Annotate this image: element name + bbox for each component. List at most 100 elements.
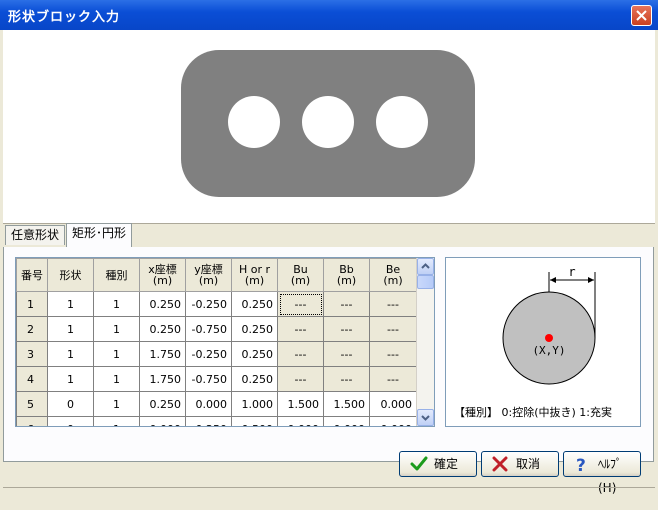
cell-h-or-r[interactable]: 0.250 xyxy=(231,366,278,392)
cell-x[interactable]: 0.000 xyxy=(139,416,186,426)
cell-be[interactable]: --- xyxy=(369,291,417,317)
table-row[interactable]: 3 1 1 1.750 -0.250 0.250 --- --- --- xyxy=(16,341,417,367)
cell-type[interactable]: 1 xyxy=(93,391,140,417)
cell-y[interactable]: -0.250 xyxy=(185,291,232,317)
cell-bb[interactable]: --- xyxy=(323,366,370,392)
table-row[interactable]: 2 1 1 0.250 -0.750 0.250 --- --- --- xyxy=(16,316,417,342)
cell-y[interactable]: -0.750 xyxy=(185,316,232,342)
hole-3 xyxy=(376,96,428,148)
cell-bu[interactable]: --- xyxy=(277,366,324,392)
cell-x[interactable]: 0.250 xyxy=(139,291,186,317)
tab-rect-circle[interactable]: 矩形･円形 xyxy=(66,223,133,247)
shape-preview xyxy=(3,30,655,224)
cell-shape[interactable]: 1 xyxy=(47,341,94,367)
cell-shape[interactable]: 1 xyxy=(47,291,94,317)
cell-bu[interactable]: 0.000 xyxy=(277,416,324,426)
cancel-label: 取消 xyxy=(516,457,541,471)
circle-diagram: r (X,Y) 【種別】 0:控除(中抜き) 1:充実 xyxy=(445,257,641,427)
grid-table: 番号 形状 種別 x座標 (m) y座標 (m) H or r (m) Bu (m) B… xyxy=(16,258,417,426)
header-bb: Bb (m) xyxy=(323,258,370,292)
cancel-button[interactable]: 取消 xyxy=(481,451,559,477)
cell-be[interactable]: --- xyxy=(369,341,417,367)
scroll-down-button[interactable] xyxy=(417,409,434,426)
header-type: 種別 xyxy=(93,258,140,292)
header-h-or-r: H or r (m) xyxy=(231,258,278,292)
tab-strip: 任意形状 矩形･円形 xyxy=(3,223,655,247)
close-button[interactable] xyxy=(631,5,652,26)
close-icon xyxy=(492,456,508,472)
cell-y[interactable]: -0.250 xyxy=(185,341,232,367)
type-legend: 【種別】 0:控除(中抜き) 1:充実 xyxy=(454,406,612,419)
tab-panel: 番号 形状 種別 x座標 (m) y座標 (m) H or r (m) Bu (m) B… xyxy=(3,247,654,462)
cell-x[interactable]: 0.250 xyxy=(139,316,186,342)
cell-shape[interactable]: 0 xyxy=(47,391,94,417)
cell-be[interactable]: --- xyxy=(369,366,417,392)
cell-h-or-r[interactable]: 0.250 xyxy=(231,291,278,317)
cell-bb[interactable]: --- xyxy=(323,316,370,342)
help-icon: ? xyxy=(576,456,586,474)
status-bar xyxy=(3,487,655,508)
grid-header-row: 番号 形状 種別 x座標 (m) y座標 (m) H or r (m) Bu (m) B… xyxy=(16,258,417,292)
cell-be[interactable]: --- xyxy=(369,316,417,342)
cell-x[interactable]: 0.250 xyxy=(139,391,186,417)
cell-x[interactable]: 1.750 xyxy=(139,366,186,392)
header-x: x座標 (m) xyxy=(139,258,186,292)
scroll-thumb[interactable] xyxy=(417,275,434,289)
vertical-scrollbar[interactable] xyxy=(416,258,434,426)
data-grid[interactable]: 番号 形状 種別 x座標 (m) y座標 (m) H or r (m) Bu (m) B… xyxy=(15,257,435,427)
chevron-down-icon xyxy=(421,415,430,421)
window-title: 形状ブロック入力 xyxy=(8,10,121,25)
header-be: Be (m) xyxy=(369,258,417,292)
center-label: (X,Y) xyxy=(532,344,565,357)
help-button[interactable]: ? ﾍﾙﾌﾟ(H) xyxy=(563,451,641,495)
hole-2 xyxy=(302,96,354,148)
close-icon xyxy=(636,10,647,21)
checkmark-icon xyxy=(410,456,428,471)
row-number[interactable]: 3 xyxy=(16,341,48,367)
row-number[interactable]: 5 xyxy=(16,391,48,417)
cell-type[interactable]: 1 xyxy=(93,316,140,342)
cell-shape[interactable]: 1 xyxy=(47,366,94,392)
header-number: 番号 xyxy=(16,258,48,292)
cell-shape[interactable]: 0 xyxy=(47,416,94,426)
cell-bb[interactable]: 1.500 xyxy=(323,391,370,417)
cell-y[interactable]: 0.250 xyxy=(185,416,232,426)
row-number[interactable]: 2 xyxy=(16,316,48,342)
cell-type[interactable]: 1 xyxy=(93,416,140,426)
table-row[interactable]: 6 0 1 0.000 0.250 0.500 0.000 0.000 0.00… xyxy=(16,416,417,426)
cell-h-or-r[interactable]: 0.250 xyxy=(231,341,278,367)
cell-type[interactable]: 1 xyxy=(93,341,140,367)
tab-arbitrary-shape[interactable]: 任意形状 xyxy=(5,225,66,245)
cell-bb[interactable]: --- xyxy=(323,341,370,367)
radius-label: r xyxy=(568,265,575,279)
cell-type[interactable]: 1 xyxy=(93,291,140,317)
cell-bu[interactable]: 1.500 xyxy=(277,391,324,417)
cell-bb[interactable]: 0.000 xyxy=(323,416,370,426)
scroll-up-button[interactable] xyxy=(417,258,434,275)
confirm-button[interactable]: 確定 xyxy=(399,451,477,477)
table-row[interactable]: 5 0 1 0.250 0.000 1.000 1.500 1.500 0.00… xyxy=(16,391,417,417)
cell-bu[interactable]: --- xyxy=(277,341,324,367)
cell-h-or-r[interactable]: 0.500 xyxy=(231,416,278,426)
cell-be[interactable]: 0.000 xyxy=(369,416,417,426)
cell-bb[interactable]: --- xyxy=(323,291,370,317)
cell-bu[interactable]: --- xyxy=(277,316,324,342)
window-body: 任意形状 矩形･円形 番号 形状 種別 x座標 (m) y座標 (m) H or… xyxy=(3,30,655,507)
cell-shape[interactable]: 1 xyxy=(47,316,94,342)
header-shape: 形状 xyxy=(47,258,94,292)
cell-x[interactable]: 1.750 xyxy=(139,341,186,367)
confirm-label: 確定 xyxy=(434,457,459,471)
table-row[interactable]: 4 1 1 1.750 -0.750 0.250 --- --- --- xyxy=(16,366,417,392)
cell-type[interactable]: 1 xyxy=(93,366,140,392)
cell-y[interactable]: -0.750 xyxy=(185,366,232,392)
center-point xyxy=(545,334,553,342)
cell-y[interactable]: 0.000 xyxy=(185,391,232,417)
row-number[interactable]: 6 xyxy=(16,416,48,426)
row-number[interactable]: 1 xyxy=(16,291,48,317)
cell-h-or-r[interactable]: 0.250 xyxy=(231,316,278,342)
cell-bu[interactable]: --- xyxy=(277,291,324,317)
row-number[interactable]: 4 xyxy=(16,366,48,392)
cell-be[interactable]: 0.000 xyxy=(369,391,417,417)
table-row[interactable]: 1 1 1 0.250 -0.250 0.250 --- --- --- xyxy=(16,291,417,317)
cell-h-or-r[interactable]: 1.000 xyxy=(231,391,278,417)
